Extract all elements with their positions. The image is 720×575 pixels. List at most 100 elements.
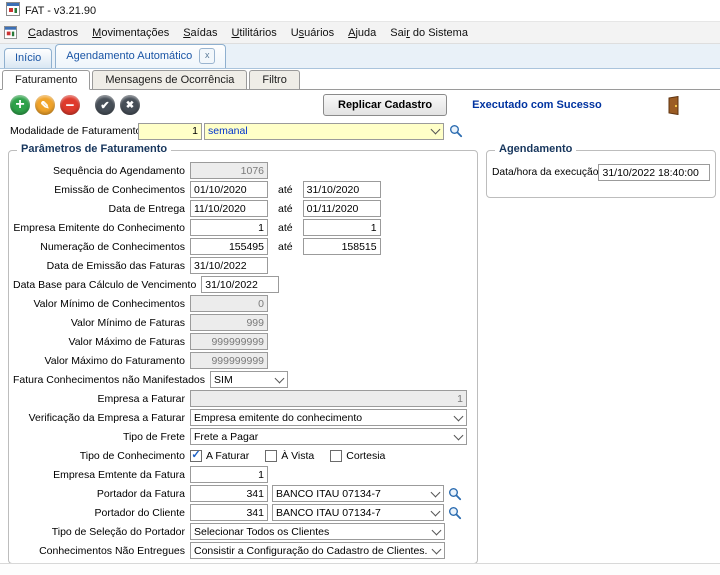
data-base-para-calculo-de-vencimento-input[interactable] — [201, 276, 279, 293]
subtab-filtro[interactable]: Filtro — [249, 70, 299, 90]
form-row-valor-maximo-do-faturamento: Valor Máximo do Faturamento — [13, 351, 473, 370]
range-separator-label: até — [278, 203, 293, 215]
delete-button[interactable]: − — [60, 95, 80, 115]
empresa-emtente-da-fatura-input[interactable] — [190, 466, 268, 483]
fatura-conhecimentos-nao-manifestados-label: Fatura Conhecimentos não Manifestados — [13, 374, 210, 386]
a-faturar-checkbox-box[interactable]: ✓ — [190, 450, 202, 462]
emissao-de-conhecimentos-label: Emissão de Conhecimentos — [13, 184, 190, 196]
modalidade-code-input[interactable] — [138, 123, 202, 140]
valor-minimo-de-conhecimentos-label: Valor Mínimo de Conhecimentos — [13, 298, 190, 310]
subtab-faturamento[interactable]: Faturamento — [2, 70, 90, 90]
edit-button[interactable]: ✎ — [35, 95, 55, 115]
range-separator-label: até — [278, 184, 293, 196]
modalidade-select[interactable]: semanal — [204, 123, 444, 140]
menu-item-movimentacoes[interactable]: Movimentações — [85, 24, 176, 42]
data-de-emissao-das-faturas-input[interactable] — [190, 257, 268, 274]
menu-item-cadastros[interactable]: Cadastros — [21, 24, 85, 42]
cancel-button[interactable]: ✖ — [120, 95, 140, 115]
form-row-data-de-emissao-das-faturas: Data de Emissão das Faturas — [13, 256, 473, 275]
portador-do-cliente-label: Portador do Cliente — [13, 507, 190, 519]
tipo-de-frete-selected-value: Frete a Pagar — [194, 431, 450, 443]
chevron-down-icon — [427, 486, 443, 501]
modalidade-label: Modalidade de Faturamento — [10, 125, 138, 137]
emissao-de-conhecimentos-input[interactable] — [190, 181, 268, 198]
empresa-emitente-do-conhecimento-to-input[interactable] — [303, 219, 381, 236]
data-de-entrega-label: Data de Entrega — [13, 203, 190, 215]
empresa-emitente-do-conhecimento-input[interactable] — [190, 219, 268, 236]
tab-close-icon[interactable]: x — [199, 48, 215, 64]
add-button[interactable]: + — [10, 95, 30, 115]
agendamento-row: Data/hora da execução — [492, 164, 710, 181]
data-hora-execucao-input[interactable] — [598, 164, 710, 181]
portador-da-fatura-select[interactable]: BANCO ITAU 07134-7 — [272, 485, 444, 502]
form-row-conhecimentos-nao-entregues: Conhecimentos Não EntreguesConsistir a C… — [13, 541, 473, 560]
tipo-de-conhecimento-label: Tipo de Conhecimento — [13, 450, 190, 462]
valor-maximo-do-faturamento-input — [190, 352, 268, 369]
portador-da-fatura-lookup-button[interactable] — [448, 487, 462, 501]
portador-do-cliente-lookup-button[interactable] — [448, 506, 462, 520]
parametros-group-title: Parâmetros de Faturamento — [17, 143, 171, 155]
main-tab-bar: Início Agendamento Automático x — [0, 44, 720, 69]
menu-item-saidas[interactable]: Saídas — [176, 24, 224, 42]
data-de-entrega-to-input[interactable] — [303, 200, 381, 217]
form-row-sequencia-do-agendamento: Sequência do Agendamento — [13, 161, 473, 180]
verificacao-da-empresa-a-faturar-select[interactable]: Empresa emitente do conhecimento — [190, 409, 467, 426]
sequencia-do-agendamento-label: Sequência do Agendamento — [13, 165, 190, 177]
tab-inicio[interactable]: Início — [4, 48, 52, 68]
verificacao-da-empresa-a-faturar-label: Verificação da Empresa a Faturar — [13, 412, 190, 424]
a-vista-checkbox[interactable]: À Vista — [265, 450, 314, 462]
tab-agendamento-automatico-label: Agendamento Automático — [66, 50, 192, 62]
exit-door-icon[interactable] — [667, 96, 682, 115]
replicar-cadastro-button[interactable]: Replicar Cadastro — [323, 94, 447, 116]
tab-inicio-label: Início — [15, 52, 41, 64]
a-faturar-checkbox[interactable]: ✓A Faturar — [190, 450, 249, 462]
fatura-conhecimentos-nao-manifestados-select[interactable]: SIM — [210, 371, 288, 388]
chevron-down-icon — [428, 543, 444, 558]
cortesia-checkbox[interactable]: Cortesia — [330, 450, 385, 462]
tipo-de-selecao-do-portador-select[interactable]: Selecionar Todos os Clientes — [190, 523, 445, 540]
form-row-fatura-conhecimentos-nao-manifestados: Fatura Conhecimentos não ManifestadosSIM — [13, 370, 473, 389]
bottom-panel-divider — [0, 563, 720, 575]
menu-app-icon[interactable] — [4, 26, 17, 39]
a-vista-checkbox-box[interactable] — [265, 450, 277, 462]
params-rows: Sequência do Agendamento Emissão de Conhe… — [13, 161, 473, 560]
data-de-entrega-input[interactable] — [190, 200, 268, 217]
modalidade-row: Modalidade de Faturamento semanal — [0, 121, 720, 141]
form-row-emissao-de-conhecimentos: Emissão de Conhecimentos até — [13, 180, 473, 199]
tipo-de-frete-label: Tipo de Frete — [13, 431, 190, 443]
menu-item-ajuda[interactable]: Ajuda — [341, 24, 383, 42]
confirm-button[interactable]: ✔ — [95, 95, 115, 115]
form-row-empresa-a-faturar: Empresa a Faturar — [13, 389, 473, 408]
portador-da-fatura-input[interactable] — [190, 485, 268, 502]
data-de-emissao-das-faturas-label: Data de Emissão das Faturas — [13, 260, 190, 272]
parametros-de-faturamento-group: Parâmetros de Faturamento Sequência do A… — [8, 150, 478, 564]
tipo-de-selecao-do-portador-selected-value: Selecionar Todos os Clientes — [194, 526, 428, 538]
tab-agendamento-automatico[interactable]: Agendamento Automático x — [55, 44, 226, 68]
menu-item-sair-do-sistema[interactable]: Sair do Sistema — [383, 24, 475, 42]
emissao-de-conhecimentos-to-input[interactable] — [303, 181, 381, 198]
cortesia-checkbox-box[interactable] — [330, 450, 342, 462]
empresa-emtente-da-fatura-label: Empresa Emtente da Fatura — [13, 469, 190, 481]
tipo-de-frete-select[interactable]: Frete a Pagar — [190, 428, 467, 445]
chevron-down-icon — [427, 505, 443, 520]
form-row-tipo-de-conhecimento: Tipo de Conhecimento✓A Faturar À Vista Cor… — [13, 446, 473, 465]
form-row-numeracao-de-conhecimentos: Numeração de Conhecimentosaté — [13, 237, 473, 256]
subtab-mensagens-de-ocorrencia[interactable]: Mensagens de Ocorrência — [92, 70, 247, 90]
menu-item-usuarios[interactable]: Usuários — [284, 24, 341, 42]
portador-do-cliente-select[interactable]: BANCO ITAU 07134-7 — [272, 504, 444, 521]
toolbar: + ✎ − ✔ ✖ Replicar Cadastro Executado co… — [0, 92, 720, 118]
numeracao-de-conhecimentos-to-input[interactable] — [303, 238, 381, 255]
form-row-portador-da-fatura: Portador da FaturaBANCO ITAU 07134-7 — [13, 484, 473, 503]
modalidade-value: semanal — [208, 125, 427, 137]
chevron-down-icon — [428, 524, 444, 539]
verificacao-da-empresa-a-faturar-selected-value: Empresa emitente do conhecimento — [194, 412, 450, 424]
modalidade-lookup-button[interactable] — [449, 124, 463, 138]
portador-do-cliente-input[interactable] — [190, 504, 268, 521]
form-row-valor-minimo-de-faturas: Valor Mínimo de Faturas — [13, 313, 473, 332]
cortesia-checkbox-label: Cortesia — [346, 450, 385, 462]
menu-item-utilitarios[interactable]: Utilitários — [224, 24, 283, 42]
numeracao-de-conhecimentos-input[interactable] — [190, 238, 268, 255]
conhecimentos-nao-entregues-select[interactable]: Consistir a Configuração do Cadastro de … — [190, 542, 445, 559]
chevron-down-icon — [427, 124, 443, 139]
chevron-down-icon — [271, 372, 287, 387]
